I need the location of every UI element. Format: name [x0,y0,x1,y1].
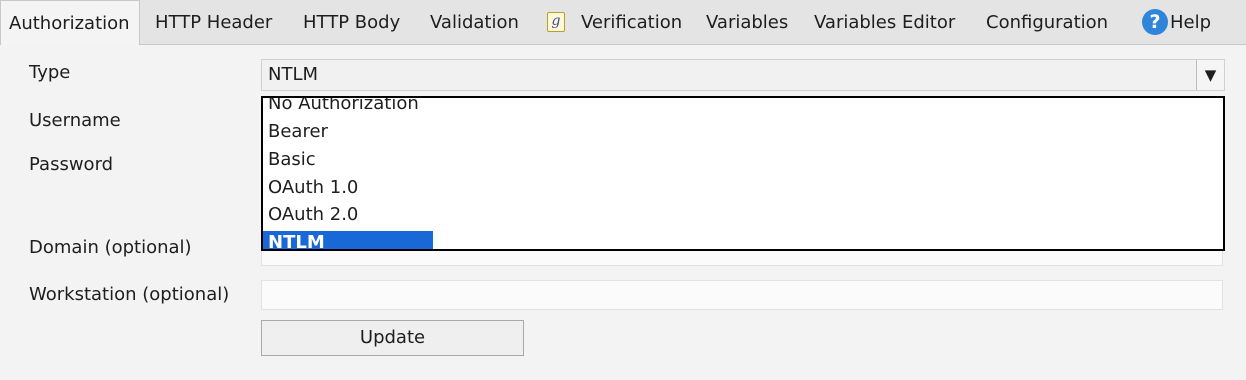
update-button[interactable]: Update [261,320,524,356]
tab-authorization[interactable]: Authorization [0,0,140,45]
tab-verification[interactable]: Verification [581,0,682,44]
username-label: Username [29,110,121,131]
option-bearer[interactable]: Bearer [263,120,328,146]
tab-validation[interactable]: Validation [430,0,519,44]
help-link[interactable]: Help [1170,0,1211,44]
workstation-field[interactable] [261,280,1223,310]
tab-http-header[interactable]: HTTP Header [155,0,272,44]
tab-bar: Authorization HTTP Header HTTP Body Vali… [0,0,1246,45]
password-label: Password [29,154,114,175]
help-icon[interactable]: ? [1142,9,1168,35]
tab-http-body[interactable]: HTTP Body [303,0,400,44]
tab-variables[interactable]: Variables [706,0,788,44]
chevron-down-icon[interactable]: ▼ [1196,60,1224,90]
option-oauth-1[interactable]: OAuth 1.0 [263,176,358,202]
verification-script-icon[interactable]: g [547,12,565,32]
option-no-authorization[interactable]: No Authorization [263,98,419,118]
option-oauth-2[interactable]: OAuth 2.0 [263,203,358,229]
workstation-label: Workstation (optional) [29,284,230,305]
type-select-value: NTLM [268,64,319,85]
option-ntlm[interactable]: NTLM [263,231,433,249]
option-basic[interactable]: Basic [263,148,316,174]
tab-configuration[interactable]: Configuration [986,0,1108,44]
type-select[interactable]: NTLM ▼ [261,59,1225,91]
type-label: Type [29,62,71,83]
domain-label: Domain (optional) [29,237,192,258]
tab-variables-editor[interactable]: Variables Editor [814,0,955,44]
type-dropdown-list: No Authorization Bearer Basic OAuth 1.0 … [261,96,1225,251]
